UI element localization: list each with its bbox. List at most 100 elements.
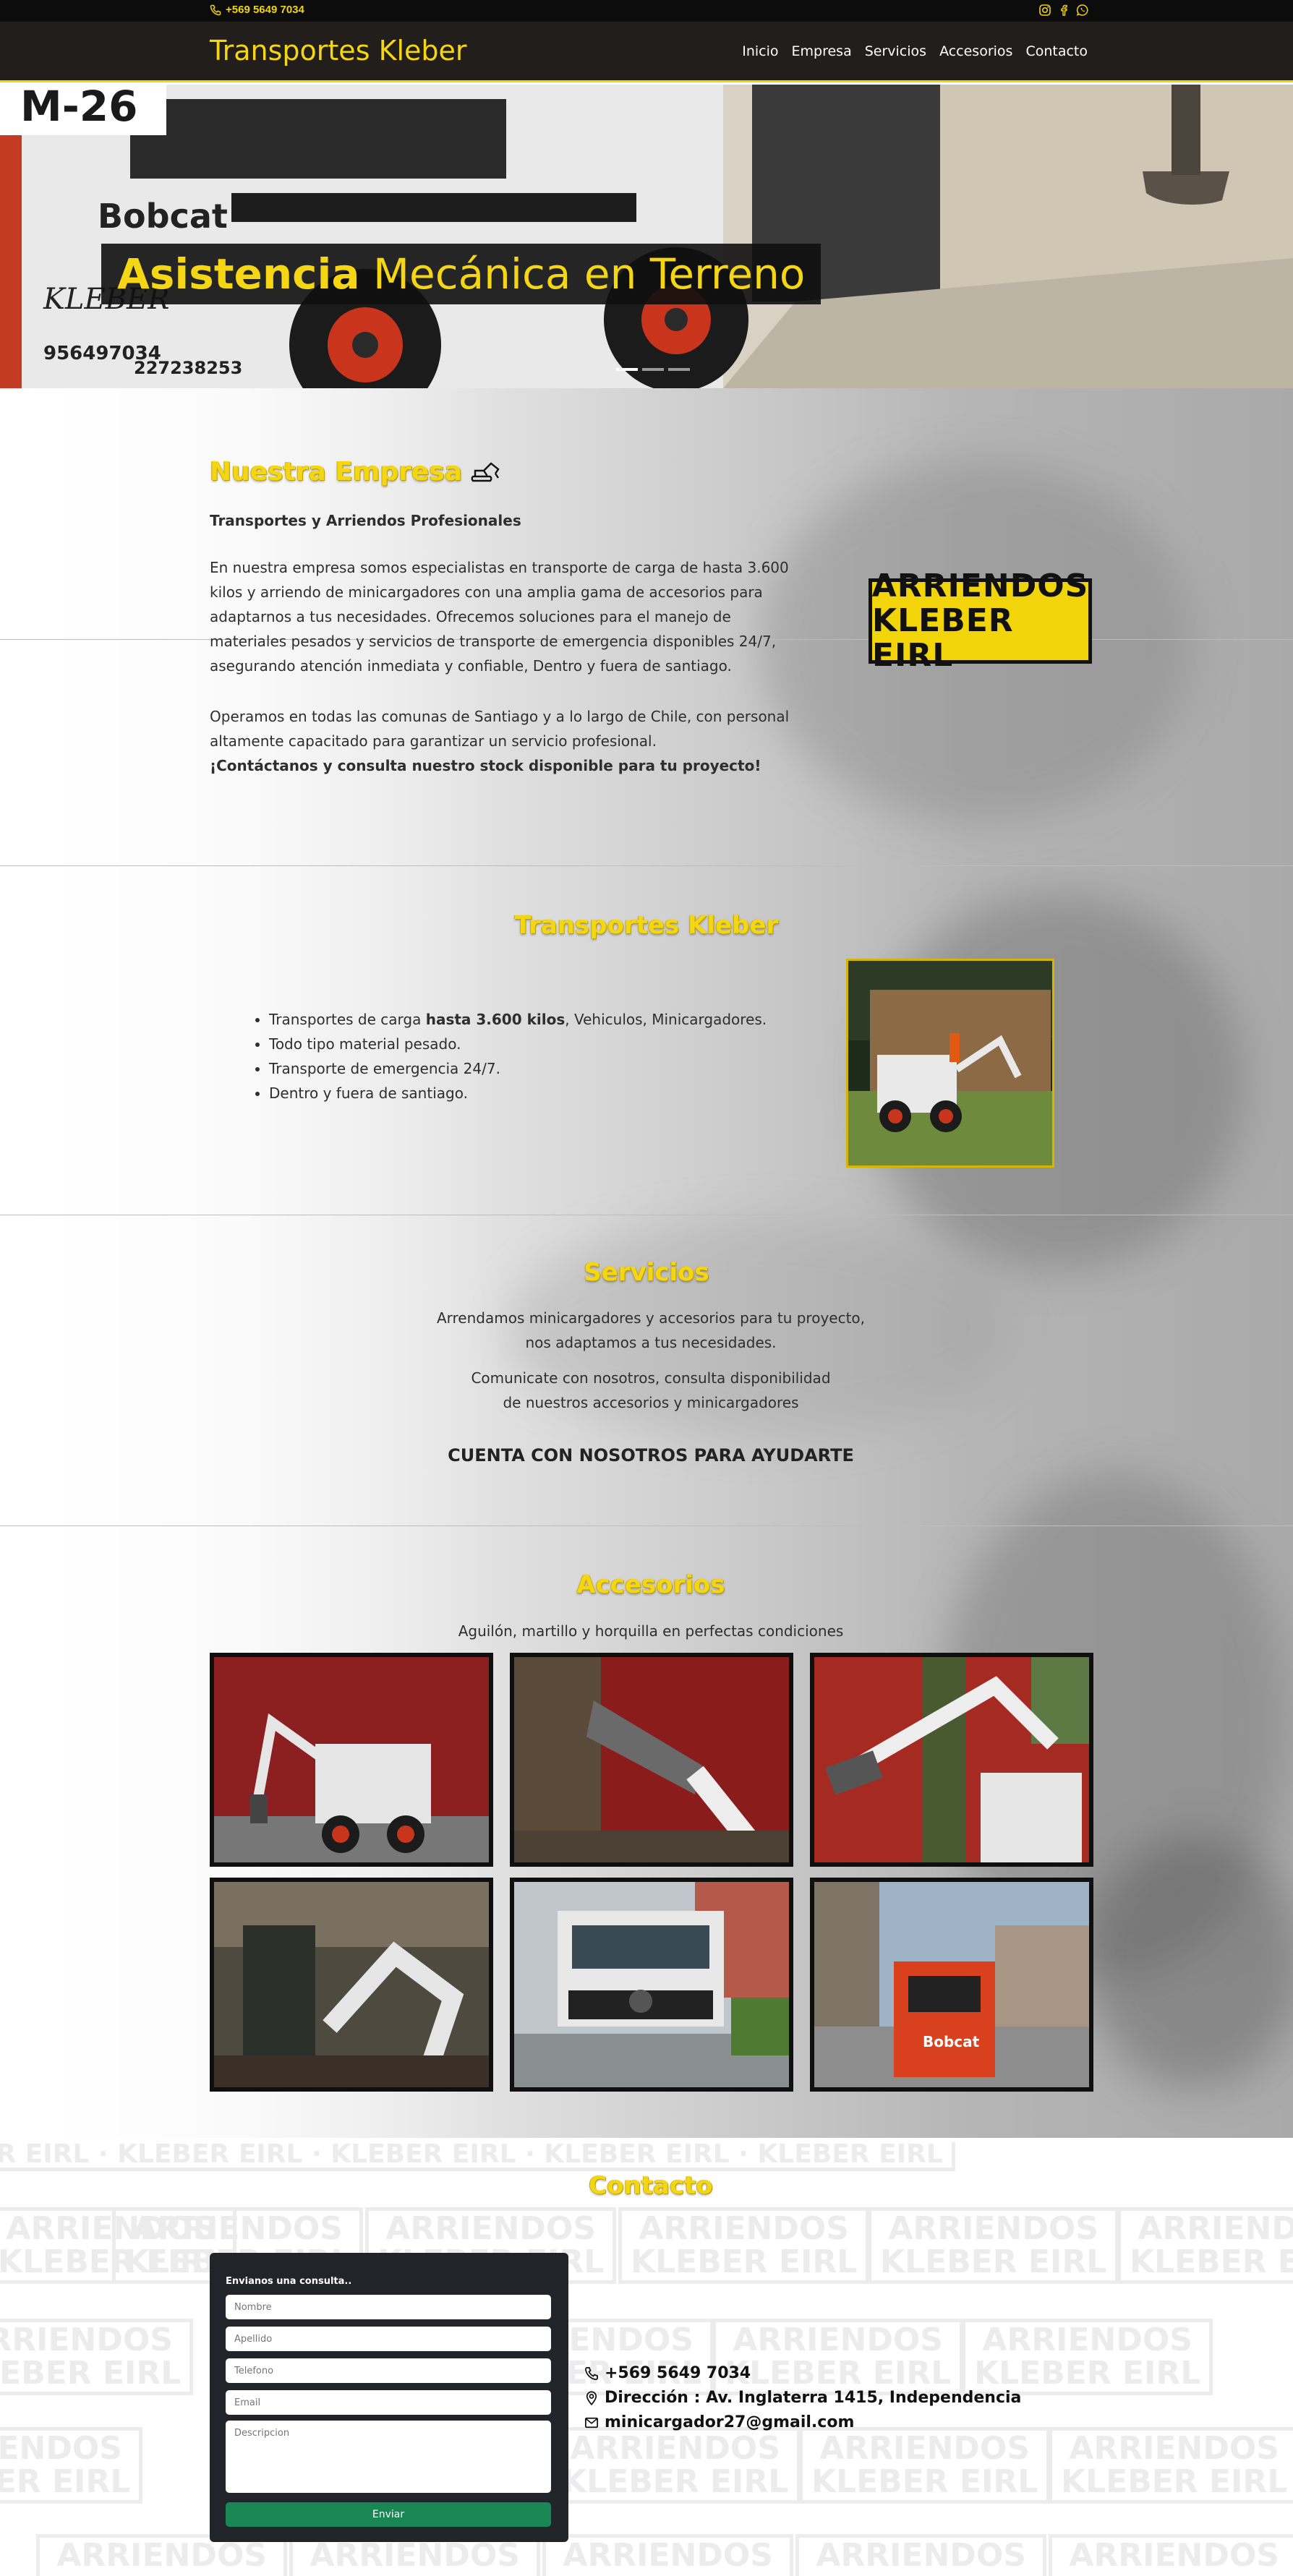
social-links bbox=[1038, 4, 1089, 17]
accessory-photo-5[interactable] bbox=[510, 1878, 793, 2092]
nav-menu: Inicio Empresa Servicios Accesorios Cont… bbox=[742, 43, 1088, 59]
servicios-text-2: Comunicate con nosotros, consulta dispon… bbox=[0, 1366, 1293, 1415]
svg-text:Bobcat: Bobcat bbox=[923, 2033, 980, 2050]
servicios-line: nos adaptamos a tus necesidades. bbox=[525, 1334, 777, 1351]
send-button[interactable]: Enviar bbox=[226, 2502, 551, 2527]
nav-item-contacto[interactable]: Contacto bbox=[1025, 43, 1088, 59]
watermark-logo: ARRIENDOSKLEBER EIRL bbox=[795, 2534, 1047, 2576]
topbar-phone-text: +569 5649 7034 bbox=[226, 4, 304, 16]
hero-carousel[interactable]: M-26 Bobcat KLEBER 956497034 227238253 A… bbox=[0, 85, 1293, 388]
empresa-p2-line: altamente capacitado para garantizar un … bbox=[210, 732, 657, 750]
telefono-input[interactable] bbox=[226, 2358, 551, 2383]
form-title: Envianos una consulta.. bbox=[226, 2276, 352, 2287]
apellido-input[interactable] bbox=[226, 2327, 551, 2351]
servicios-text-1: Arrendamos minicargadores y accesorios p… bbox=[0, 1306, 1293, 1355]
hero-caption: Asistencia Mecánica en Terreno bbox=[101, 244, 822, 304]
location-pin-icon bbox=[586, 2390, 597, 2405]
bg-blur-shape bbox=[1085, 1834, 1293, 2087]
watermark-logo: ARRIENDOSKLEBER EIRL bbox=[799, 2427, 1051, 2504]
accessory-photo-4[interactable] bbox=[210, 1878, 493, 2092]
empresa-p1-line: En nuestra empresa somos especialistas e… bbox=[210, 559, 789, 576]
servicios-line: Comunicate con nosotros, consulta dispon… bbox=[471, 1369, 831, 1387]
contact-address: Dirección : Av. Inglaterra 1415, Indepen… bbox=[584, 2389, 1021, 2407]
carousel-indicators bbox=[616, 368, 690, 371]
watermark-logo: ARRIENDOSKLEBER EIRL bbox=[0, 2427, 143, 2504]
email-input[interactable] bbox=[226, 2390, 551, 2415]
nombre-input[interactable] bbox=[226, 2295, 551, 2319]
list-item: Transportes de carga hasta 3.600 kilos, … bbox=[269, 1007, 767, 1032]
brand-logo-text[interactable]: Transportes Kleber bbox=[210, 35, 467, 67]
facebook-icon[interactable] bbox=[1057, 4, 1070, 17]
empresa-p1-line: kilos y arriendo de minicargadores con u… bbox=[210, 583, 763, 601]
empresa-cta: ¡Contáctanos y consulta nuestro stock di… bbox=[210, 757, 761, 774]
svg-text:227238253: 227238253 bbox=[134, 358, 242, 378]
hero-caption-rest: Mecánica en Terreno bbox=[359, 249, 806, 299]
transportes-title: Transportes Kleber bbox=[514, 911, 779, 940]
logo-line-1: ARRIENDOS bbox=[871, 568, 1089, 604]
main-navbar: Transportes Kleber Inicio Empresa Servic… bbox=[0, 22, 1293, 82]
contact-phone[interactable]: +569 5649 7034 bbox=[584, 2364, 751, 2382]
empresa-subtitle: Transportes y Arriendos Profesionales bbox=[210, 512, 521, 529]
accessory-photo-1[interactable] bbox=[210, 1653, 493, 1867]
contact-address-text: Dirección : Av. Inglaterra 1415, Indepen… bbox=[605, 2389, 1022, 2407]
watermark-logo: ARRIENDOSKLEBER EIRL bbox=[542, 2534, 794, 2576]
contacto-title: Contacto bbox=[589, 2171, 713, 2200]
watermark-logo: ARRIENDOSKLEBER EIRL bbox=[1049, 2534, 1293, 2576]
topbar-phone-link[interactable]: +569 5649 7034 bbox=[210, 4, 304, 16]
phone-icon bbox=[210, 4, 221, 15]
accessory-photo-3[interactable] bbox=[810, 1653, 1093, 1867]
company-logo: ARRIENDOS KLEBER EIRL bbox=[869, 569, 1092, 673]
hero-caption-bold: Asistencia bbox=[117, 249, 360, 299]
empresa-paragraph-1: En nuestra empresa somos especialistas e… bbox=[210, 555, 789, 678]
watermark-logo: ARRIENDOSKLEBER EIRL bbox=[712, 2319, 964, 2395]
watermark-logo: ARRIENDOSKLEBER EIRL bbox=[962, 2319, 1213, 2395]
watermark-logo: ARRIENDOSKLEBER EIRL bbox=[550, 2427, 801, 2504]
top-bar: +569 5649 7034 bbox=[0, 0, 1293, 22]
empresa-title: Nuestra Empresa bbox=[210, 457, 501, 487]
transportes-list: Transportes de carga hasta 3.600 kilos, … bbox=[252, 1007, 767, 1105]
empresa-p2-line: Operamos en todas las comunas de Santiag… bbox=[210, 708, 790, 725]
contact-phone-text: +569 5649 7034 bbox=[605, 2364, 751, 2382]
contact-email[interactable]: minicargador27@gmail.com bbox=[584, 2413, 854, 2431]
watermark-logo: ARRIENDOSKLEBER EIRL bbox=[0, 2319, 194, 2395]
watermark-logo: ARRIENDOSKLEBER EIRL bbox=[1049, 2427, 1293, 2504]
svg-text:M-26: M-26 bbox=[20, 85, 138, 131]
accessory-photo-2[interactable] bbox=[510, 1653, 793, 1867]
empresa-paragraph-2: Operamos en todas las comunas de Santiag… bbox=[210, 704, 789, 778]
instagram-icon[interactable] bbox=[1038, 4, 1051, 17]
phone-icon bbox=[584, 2366, 598, 2380]
divider bbox=[0, 865, 1293, 866]
transportes-photo bbox=[846, 959, 1054, 1168]
logo-line-2: KLEBER EIRL bbox=[872, 602, 1014, 674]
contact-section: KLEBER EIRL · KLEBER EIRL · KLEBER EIRL … bbox=[0, 2138, 1293, 2576]
servicios-tagline: CUENTA CON NOSOTROS PARA AYUDARTE bbox=[448, 1445, 854, 1465]
whatsapp-icon[interactable] bbox=[1076, 4, 1089, 17]
excavator-icon bbox=[471, 461, 500, 482]
servicios-title: Servicios bbox=[584, 1258, 709, 1287]
servicios-line: Arrendamos minicargadores y accesorios p… bbox=[436, 1309, 866, 1327]
descripcion-textarea[interactable] bbox=[226, 2421, 551, 2493]
list-item: Todo tipo material pesado. bbox=[269, 1032, 767, 1056]
accessory-photo-6[interactable]: Bobcat bbox=[810, 1878, 1093, 2092]
accesorios-title: Accesorios bbox=[576, 1570, 725, 1599]
nav-item-accesorios[interactable]: Accesorios bbox=[939, 43, 1012, 59]
svg-text:Bobcat: Bobcat bbox=[98, 197, 228, 236]
contact-email-text: minicargador27@gmail.com bbox=[605, 2413, 855, 2431]
empresa-p1-line: materiales pesados y servicios de transp… bbox=[210, 633, 777, 650]
watermark-logo: ARRIENDOSKLEBER EIRL bbox=[1117, 2207, 1293, 2284]
list-item: Dentro y fuera de santiago. bbox=[269, 1081, 767, 1105]
nav-item-inicio[interactable]: Inicio bbox=[742, 43, 778, 59]
watermark-logo: ARRIENDOSKLEBER EIRL bbox=[618, 2207, 870, 2284]
watermark-logo: KLEBER EIRL · KLEBER EIRL · KLEBER EIRL … bbox=[0, 2141, 955, 2171]
envelope-icon bbox=[585, 2417, 598, 2428]
carousel-indicator-3[interactable] bbox=[668, 368, 690, 371]
carousel-indicator-2[interactable] bbox=[642, 368, 664, 371]
accesorios-subtitle: Aguilón, martillo y horquilla en perfect… bbox=[458, 1622, 844, 1640]
list-item: Transporte de emergencia 24/7. bbox=[269, 1056, 767, 1081]
servicios-line: de nuestros accesorios y minicargadores bbox=[503, 1394, 799, 1411]
contact-form: Envianos una consulta.. Enviar bbox=[210, 2253, 568, 2542]
carousel-indicator-1[interactable] bbox=[616, 368, 638, 371]
watermark-logo: ARRIENDOSKLEBER EIRL bbox=[868, 2207, 1119, 2284]
nav-item-empresa[interactable]: Empresa bbox=[792, 43, 852, 59]
nav-item-servicios[interactable]: Servicios bbox=[865, 43, 926, 59]
